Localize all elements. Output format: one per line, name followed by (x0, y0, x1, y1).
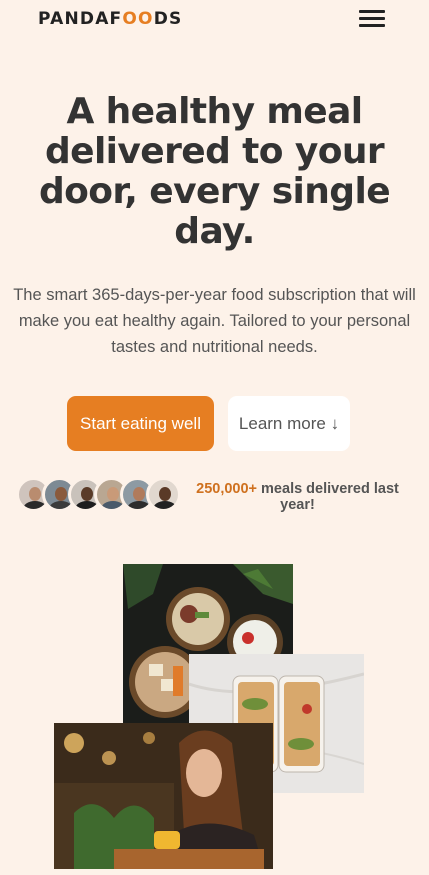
start-eating-button[interactable]: Start eating well (67, 396, 214, 451)
hamburger-icon[interactable] (359, 9, 387, 27)
avatar (146, 477, 181, 512)
hero-headline: A healthy meal delivered to your door, e… (38, 91, 391, 252)
hero-description: The smart 365-days-per-year food subscri… (13, 286, 416, 356)
customer-avatars (16, 477, 186, 513)
logo-text-start: PANDAF (38, 9, 123, 29)
logo-accent: OO (122, 9, 154, 29)
meals-delivered-stat: 250,000+ meals delivered last year! (194, 481, 401, 513)
woman-eating-image (54, 723, 273, 869)
meals-label: meals delivered last year! (257, 481, 399, 513)
menu-line (359, 24, 385, 27)
menu-line (359, 17, 385, 20)
learn-more-button[interactable]: Learn more ↓ (228, 396, 350, 451)
brand-logo[interactable]: PANDAFOODS (38, 9, 182, 29)
site-header: PANDAFOODS (0, 0, 429, 40)
menu-line (359, 10, 385, 13)
logo-text-end: DS (153, 9, 183, 29)
meals-count: 250,000+ (196, 481, 258, 497)
